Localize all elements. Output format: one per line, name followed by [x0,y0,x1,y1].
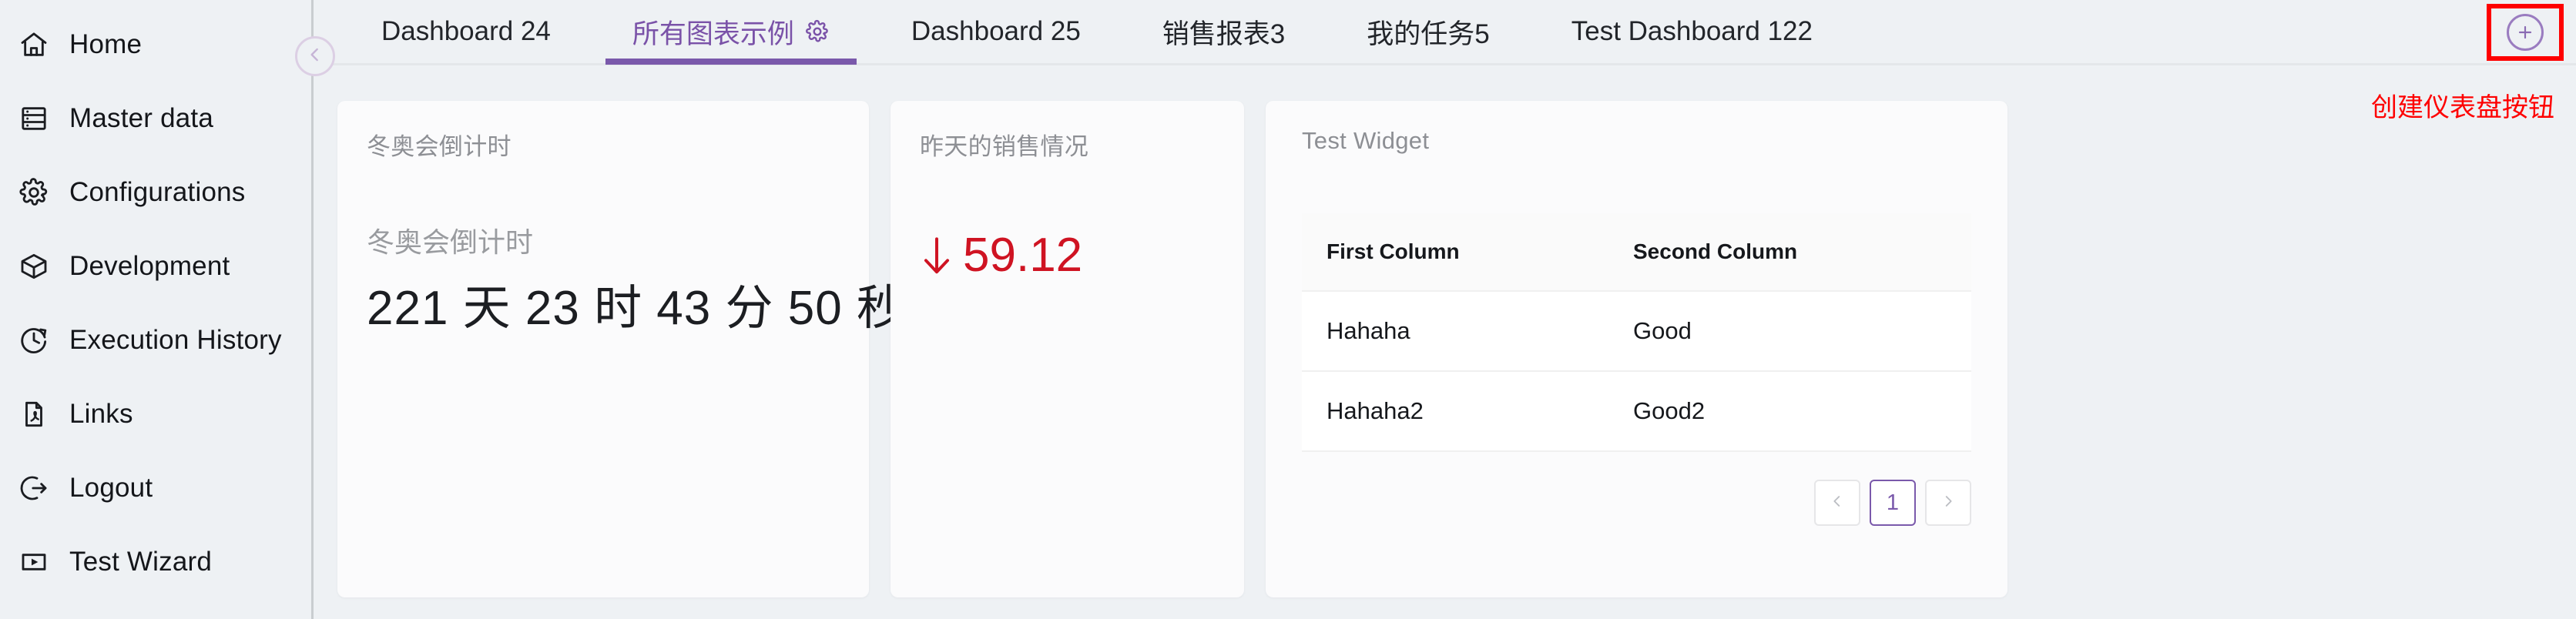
countdown-value: 221 天 23 时 43 分 50 秒 [367,282,905,335]
database-icon [17,102,51,136]
tab-label: Dashboard 24 [381,16,551,46]
tab-active-underline [605,58,857,65]
create-dashboard-button[interactable] [2487,4,2564,61]
logout-icon [17,471,51,505]
sidebar: Home Master data Configurations Developm… [0,0,335,619]
data-table: First Column Second Column Hahaha Good H… [1302,213,1971,452]
app-root: Home Master data Configurations Developm… [0,0,2576,619]
history-clock-icon [17,323,51,357]
sales-metric: 59.12 [920,228,1215,283]
tab-label: 所有图表示例 [632,18,794,49]
sidebar-item-links[interactable]: Links [0,377,311,451]
pdf-file-icon [17,397,51,431]
sidebar-item-development[interactable]: Development [0,229,311,303]
sidebar-item-label: Master data [69,103,214,133]
tab-test-dashboard-122[interactable]: Test Dashboard 122 [1531,0,1853,65]
table-wrapper: First Column Second Column Hahaha Good H… [1266,213,2007,452]
sidebar-collapse-button[interactable] [295,36,335,76]
chevron-left-icon [1829,490,1846,516]
table-cell: Hahaha2 [1302,371,1608,452]
table-cell: Good [1608,291,1971,372]
table-body: Hahaha Good Hahaha2 Good2 [1302,291,1971,452]
table-row[interactable]: Hahaha Good [1302,291,1971,372]
main-content: Dashboard 24 所有图表示例 Dashboard 25 销售报表3 我… [314,0,2576,619]
sidebar-item-label: Logout [69,473,153,503]
table-pagination: 1 [1266,452,2007,526]
pagination-next-button[interactable] [1925,480,1971,526]
table-row[interactable]: Hahaha2 Good2 [1302,371,1971,452]
tab-label: Dashboard 25 [911,16,1081,46]
sales-value-text: 59.12 [963,229,1083,282]
tab-label: 销售报表3 [1162,18,1286,49]
sidebar-item-label: Execution History [69,325,282,355]
chevron-left-icon [305,45,325,69]
home-icon [17,28,51,62]
widget-title: Test Widget [1302,127,1430,154]
widget-title: 昨天的销售情况 [920,133,1089,160]
tab-sales-report-3[interactable]: 销售报表3 [1122,0,1326,65]
arrow-down-icon [920,235,954,276]
countdown-subtitle: 冬奥会倒计时 [367,226,534,258]
sidebar-item-execution-history[interactable]: Execution History [0,303,311,377]
sidebar-item-logout[interactable]: Logout [0,451,311,525]
column-header-second: Second Column [1608,213,1971,292]
widget-board: 冬奥会倒计时 冬奥会倒计时 221 天 23 时 43 分 50 秒 昨天的销售… [314,65,2576,597]
pagination-prev-button[interactable] [1814,480,1860,526]
sidebar-item-label: Configurations [69,177,246,207]
play-box-icon [17,545,51,579]
plus-circle-icon [2507,14,2544,51]
tab-dashboard-25[interactable]: Dashboard 25 [870,0,1122,65]
sidebar-item-label: Test Wizard [69,547,213,577]
table-cell: Good2 [1608,371,1971,452]
box-icon [17,249,51,283]
widget-card-sales: 昨天的销售情况 59.12 [891,101,1244,597]
sidebar-item-label: Links [69,399,133,429]
tab-dashboard-24[interactable]: Dashboard 24 [340,0,592,65]
chevron-right-icon [1940,490,1957,516]
column-header-first: First Column [1302,213,1608,292]
sidebar-item-master-data[interactable]: Master data [0,82,311,156]
widget-title: 冬奥会倒计时 [367,133,512,160]
dashboard-tabbar: Dashboard 24 所有图表示例 Dashboard 25 销售报表3 我… [314,0,2576,65]
sidebar-item-test-wizard[interactable]: Test Wizard [0,525,311,599]
tab-label: 我的任务5 [1367,18,1490,49]
pagination-page-1[interactable]: 1 [1870,480,1916,526]
gear-icon [17,176,51,209]
sidebar-item-label: Development [69,251,230,281]
sidebar-item-configurations[interactable]: Configurations [0,156,311,229]
tab-label: Test Dashboard 122 [1571,16,1813,46]
sidebar-item-home[interactable]: Home [0,8,311,82]
create-dashboard-annotation: 创建仪表盘按钮 [2371,93,2554,122]
table-head: First Column Second Column [1302,213,1971,292]
table-cell: Hahaha [1302,291,1608,372]
widget-card-countdown: 冬奥会倒计时 冬奥会倒计时 221 天 23 时 43 分 50 秒 [337,101,905,597]
gear-icon[interactable] [805,19,830,44]
table-header-row: First Column Second Column [1302,213,1971,292]
tab-my-tasks-5[interactable]: 我的任务5 [1326,0,1530,65]
sidebar-item-label: Home [69,29,143,59]
tab-all-chart-examples[interactable]: 所有图表示例 [592,0,870,65]
widget-card-test-widget: Test Widget First Column Second Column H… [1266,101,2007,597]
